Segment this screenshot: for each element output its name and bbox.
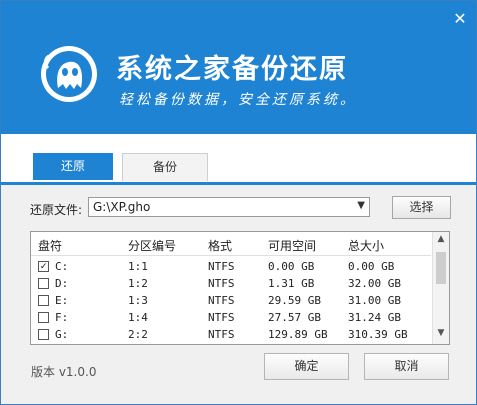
cell-free: 129.89 GB: [268, 328, 328, 341]
header-banner: ✕ 系统之家备份还原 轻松备份数据，安全还原系统。: [1, 1, 476, 134]
cell-format: NTFS: [208, 328, 235, 341]
ghost-logo-icon: [41, 46, 97, 102]
cell-drive: G:: [55, 328, 69, 341]
row-checkbox[interactable]: [38, 278, 49, 289]
cell-total: 31.00 GB: [348, 294, 401, 307]
cell-partition: 1:4: [128, 311, 148, 324]
scrollbar-thumb[interactable]: [436, 252, 446, 284]
table-row[interactable]: F: 1:4 NTFS 27.57 GB 31.24 GB: [31, 310, 431, 327]
partition-table: 盘符 分区编号 格式 可用空间 总大小 ✓ C: 1:1 NTFS 0.00 G…: [30, 231, 450, 345]
table-row[interactable]: E: 1:3 NTFS 29.59 GB 31.00 GB: [31, 293, 431, 310]
column-header-total: 总大小: [348, 239, 385, 253]
restore-file-select[interactable]: G:\XP.gho ▼: [88, 197, 370, 217]
cell-total: 310.39 GB: [348, 328, 408, 341]
choose-file-button[interactable]: 选择: [392, 196, 451, 219]
app-subtitle: 轻松备份数据，安全还原系统。: [119, 92, 357, 108]
row-checkbox[interactable]: ✓: [38, 261, 49, 272]
cell-format: NTFS: [208, 277, 235, 290]
cell-format: NTFS: [208, 311, 235, 324]
app-window: ✕ 系统之家备份还原 轻松备份数据，安全还原系统。 还原 备份 还原文件: G:…: [0, 0, 477, 405]
cell-format: NTFS: [208, 294, 235, 307]
cell-free: 1.31 GB: [268, 277, 315, 290]
table-row[interactable]: D: 1:2 NTFS 1.31 GB 32.00 GB: [31, 276, 431, 293]
close-icon[interactable]: ✕: [452, 11, 468, 27]
ok-button[interactable]: 确定: [264, 353, 349, 380]
row-checkbox[interactable]: [38, 329, 49, 340]
row-checkbox[interactable]: [38, 295, 49, 306]
cell-free: 0.00 GB: [268, 260, 315, 273]
row-checkbox[interactable]: [38, 312, 49, 323]
cell-drive: E:: [55, 294, 69, 307]
scroll-down-icon[interactable]: ▼: [433, 328, 449, 342]
scroll-up-icon[interactable]: ▲: [433, 234, 449, 248]
column-header-partition: 分区编号: [128, 239, 177, 253]
table-scrollbar[interactable]: ▲ ▼: [432, 232, 449, 344]
cell-partition: 2:2: [128, 328, 148, 341]
restore-file-label: 还原文件:: [30, 203, 83, 217]
tab-backup[interactable]: 备份: [122, 153, 208, 181]
cell-total: 0.00 GB: [348, 260, 395, 273]
cell-drive: C:: [55, 260, 69, 273]
cell-drive: F:: [55, 311, 69, 324]
column-header-drive: 盘符: [38, 239, 63, 253]
cell-free: 29.59 GB: [268, 294, 321, 307]
app-title: 系统之家备份还原: [116, 54, 348, 85]
cell-total: 32.00 GB: [348, 277, 401, 290]
tab-restore[interactable]: 还原: [33, 153, 113, 180]
column-header-format: 格式: [208, 239, 233, 253]
cell-free: 27.57 GB: [268, 311, 321, 324]
cell-partition: 1:1: [128, 260, 148, 273]
tab-bar: 还原 备份: [1, 134, 476, 185]
cell-drive: D:: [55, 277, 69, 290]
cell-partition: 1:3: [128, 294, 148, 307]
version-label: 版本 v1.0.0: [31, 365, 97, 379]
cancel-button[interactable]: 取消: [364, 353, 449, 380]
restore-file-value: G:\XP.gho: [93, 200, 151, 214]
cell-format: NTFS: [208, 260, 235, 273]
cell-total: 31.24 GB: [348, 311, 401, 324]
column-header-free: 可用空间: [268, 239, 317, 253]
table-row[interactable]: ✓ C: 1:1 NTFS 0.00 GB 0.00 GB: [31, 259, 431, 276]
table-row[interactable]: G: 2:2 NTFS 129.89 GB 310.39 GB: [31, 327, 431, 344]
chevron-down-icon[interactable]: ▼: [357, 200, 365, 211]
cell-partition: 1:2: [128, 277, 148, 290]
checkmark-icon: ✓: [40, 261, 47, 272]
table-header: 盘符 分区编号 格式 可用空间 总大小: [31, 232, 431, 256]
